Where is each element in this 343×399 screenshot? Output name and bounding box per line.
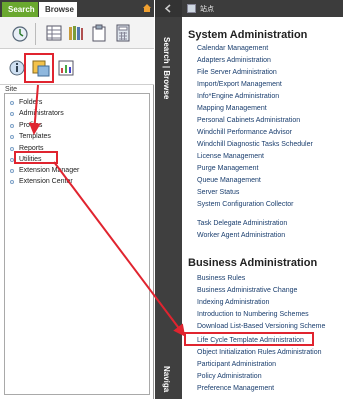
bullet-icon [10, 180, 14, 184]
highlight-utilities-icon [24, 53, 54, 83]
tree-item-label: Folders [19, 99, 43, 106]
right-header: 站点 [182, 0, 343, 17]
link-file-server-administration[interactable]: File Server Administration [197, 67, 277, 78]
link-business-rules[interactable]: Business Rules [197, 273, 245, 284]
navigator-vertical-label[interactable]: Naviga [162, 366, 171, 392]
link-windchill-performance-advisor[interactable]: Windchill Performance Advisor [197, 127, 292, 138]
link-preference-management[interactable]: Preference Management [197, 383, 274, 394]
link-indexing-administration[interactable]: Indexing Administration [197, 297, 269, 308]
link-mapping-management[interactable]: Mapping Management [197, 103, 267, 114]
collapse-arrow-icon[interactable] [164, 4, 173, 13]
home-icon[interactable] [142, 3, 152, 13]
bullet-icon [10, 135, 14, 139]
link-system-configuration-collector[interactable]: System Configuration Collector [197, 199, 294, 210]
report-chart-icon[interactable] [56, 58, 76, 78]
link-purge-management[interactable]: Purge Management [197, 163, 258, 174]
bullet-icon [10, 124, 14, 128]
link-download-list-based-versioning-scheme[interactable]: Download List-Based Versioning Scheme [197, 321, 325, 332]
link-task-delegate-administration[interactable]: Task Delegate Administration [197, 218, 287, 229]
table-icon[interactable] [44, 23, 64, 43]
clipboard-icon[interactable] [89, 23, 109, 43]
library-icon[interactable] [66, 23, 86, 43]
business-administration-title: Business Administration [188, 257, 318, 269]
tree-item-label: Extension Manager [19, 167, 80, 174]
link-queue-management[interactable]: Queue Management [197, 175, 261, 186]
collapsed-navigator-strip[interactable]: Search | Browse Naviga [155, 0, 182, 399]
link-server-status[interactable]: Server Status [197, 187, 239, 198]
tree-item-profiles[interactable]: Profiles [10, 121, 43, 131]
link-info-engine-administration[interactable]: Info*Engine Administration [197, 91, 279, 102]
breadcrumb[interactable]: 站点 [200, 4, 214, 14]
calculator-icon[interactable] [113, 23, 133, 43]
link-adapters-administration[interactable]: Adapters Administration [197, 55, 271, 66]
tree-item-label: Templates [19, 133, 51, 140]
tab-bar: Search Browse [0, 0, 154, 17]
link-calendar-management[interactable]: Calendar Management [197, 43, 268, 54]
bullet-icon [10, 101, 14, 105]
highlight-utilities-item [14, 151, 58, 164]
link-policy-administration[interactable]: Policy Administration [197, 371, 262, 382]
tree-item-label: Extension Center [19, 178, 73, 185]
bullet-icon [10, 169, 14, 173]
tree-item-label: Administrators [19, 110, 64, 117]
link-participant-administration[interactable]: Participant Administration [197, 359, 276, 370]
tab-browse[interactable]: Browse [39, 2, 77, 17]
highlight-life-cycle-link [184, 332, 314, 346]
toolbar-primary [0, 17, 154, 49]
toolbar-separator [35, 23, 36, 45]
link-worker-agent-administration[interactable]: Worker Agent Administration [197, 230, 285, 241]
link-license-management[interactable]: License Management [197, 151, 264, 162]
site-label: Site [5, 86, 18, 93]
recent-icon[interactable] [10, 23, 30, 43]
link-import-export-management[interactable]: Import/Export Management [197, 79, 282, 90]
tree-item-extension-center[interactable]: Extension Center [10, 177, 73, 187]
site-tree: Folders Administrators Profiles Template… [4, 93, 150, 395]
link-personal-cabinets-administration[interactable]: Personal Cabinets Administration [197, 115, 300, 126]
system-administration-title: System Administration [188, 29, 308, 41]
tree-item-label: Profiles [19, 122, 43, 129]
strip-header [155, 0, 182, 17]
tree-item-extension-manager[interactable]: Extension Manager [10, 166, 80, 176]
search-browse-vertical-label[interactable]: Search | Browse [162, 37, 171, 99]
link-windchill-diagnostic-tasks-scheduler[interactable]: Windchill Diagnostic Tasks Scheduler [197, 139, 313, 150]
tree-item-administrators[interactable]: Administrators [10, 109, 64, 119]
site-icon [187, 4, 196, 13]
link-business-administrative-change[interactable]: Business Administrative Change [197, 285, 297, 296]
tree-item-templates[interactable]: Templates [10, 132, 51, 142]
link-object-initialization-rules-administration[interactable]: Object Initialization Rules Administrati… [197, 347, 322, 358]
bullet-icon [10, 112, 14, 116]
tree-item-folders[interactable]: Folders [10, 98, 43, 108]
tab-search[interactable]: Search [2, 2, 38, 17]
link-introduction-to-numbering-schemes[interactable]: Introduction to Numbering Schemes [197, 309, 309, 320]
